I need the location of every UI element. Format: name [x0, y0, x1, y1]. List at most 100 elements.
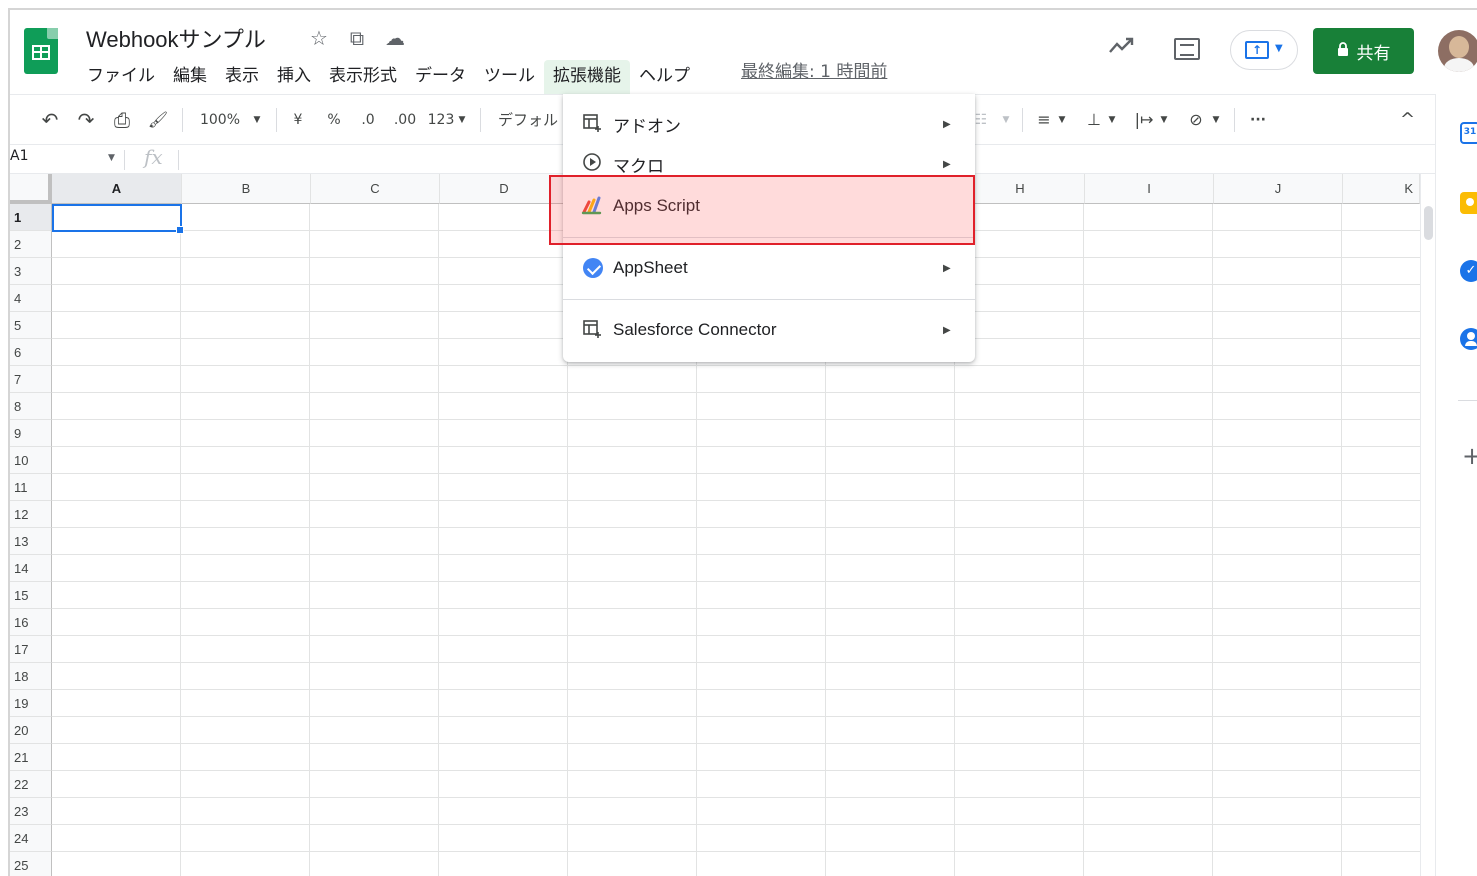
horizontal-align-icon[interactable]: ≡	[1034, 95, 1054, 145]
column-header[interactable]: B	[182, 174, 311, 204]
text-wrap-icon[interactable]: |↦	[1132, 95, 1156, 145]
column-header[interactable]: A	[52, 174, 182, 204]
print-icon[interactable]: ⎙	[110, 95, 134, 145]
row-header[interactable]: 5	[10, 312, 52, 339]
row-header[interactable]: 2	[10, 231, 52, 258]
user-avatar[interactable]	[1438, 30, 1477, 72]
row-header[interactable]: 20	[10, 717, 52, 744]
row-header[interactable]: 9	[10, 420, 52, 447]
row-header[interactable]: 4	[10, 285, 52, 312]
more-options-icon[interactable]: ···	[1246, 95, 1270, 145]
row-header[interactable]: 6	[10, 339, 52, 366]
percent-format-button[interactable]: %	[324, 95, 344, 145]
row-header[interactable]: 23	[10, 798, 52, 825]
valign-chevron-icon[interactable]: ▼	[1106, 95, 1118, 145]
decrease-decimal-button[interactable]: .0	[356, 95, 380, 145]
menu-tools[interactable]: ツール	[475, 60, 544, 94]
sheets-logo-icon[interactable]	[24, 28, 58, 74]
keep-icon[interactable]	[1460, 192, 1477, 214]
row-header[interactable]: 12	[10, 501, 52, 528]
row-header[interactable]: 24	[10, 825, 52, 852]
menu-item-salesforce-connector[interactable]: Salesforce Connector ▶	[563, 310, 975, 350]
document-title[interactable]: Webhookサンプル	[86, 22, 266, 54]
column-header[interactable]: I	[1085, 174, 1214, 204]
paint-format-icon[interactable]: 🖌	[146, 95, 170, 145]
appsheet-icon	[583, 258, 603, 278]
zoom-select[interactable]: 100%	[196, 95, 244, 145]
vertical-scrollbar[interactable]	[1420, 174, 1435, 876]
column-header[interactable]: C	[311, 174, 440, 204]
row-header[interactable]: 18	[10, 663, 52, 690]
select-all-corner[interactable]	[10, 174, 52, 204]
menu-extensions[interactable]: 拡張機能	[544, 60, 630, 94]
vertical-align-icon[interactable]: ⊥	[1084, 95, 1104, 145]
currency-format-button[interactable]: ¥	[288, 95, 308, 145]
menu-item-addons[interactable]: アドオン ▶	[563, 104, 975, 144]
text-rotation-icon[interactable]: ⊘	[1184, 95, 1208, 145]
row-header[interactable]: 11	[10, 474, 52, 501]
menu-data[interactable]: データ	[406, 60, 475, 94]
row-header[interactable]: 16	[10, 609, 52, 636]
name-box-chevron-icon[interactable]: ▼	[108, 153, 115, 163]
menu-help[interactable]: ヘルプ	[630, 60, 699, 94]
menu-item-appsheet[interactable]: AppSheet ▶	[563, 248, 975, 288]
row-header[interactable]: 10	[10, 447, 52, 474]
name-box[interactable]: A1	[10, 148, 28, 164]
row-header[interactable]: 3	[10, 258, 52, 285]
star-icon[interactable]: ☆	[308, 26, 330, 50]
toolbar-divider	[1022, 108, 1023, 132]
tasks-icon[interactable]: ✓	[1460, 260, 1477, 282]
formats-chevron-icon[interactable]: ▼	[456, 95, 468, 145]
add-addon-icon[interactable]: +	[1462, 442, 1477, 470]
row-header[interactable]: 14	[10, 555, 52, 582]
column-header[interactable]: H	[956, 174, 1085, 204]
present-button[interactable]: ↑ ▼	[1230, 30, 1298, 70]
row-header[interactable]: 25	[10, 852, 52, 876]
row-header[interactable]: 22	[10, 771, 52, 798]
column-header[interactable]: J	[1214, 174, 1343, 204]
menu-file[interactable]: ファイル	[78, 60, 164, 94]
scrollbar-thumb[interactable]	[1424, 206, 1433, 240]
row-header[interactable]: 1	[10, 204, 52, 231]
row-header[interactable]: 15	[10, 582, 52, 609]
menu-format[interactable]: 表示形式	[320, 60, 406, 94]
font-select[interactable]: デフォル	[498, 95, 564, 145]
submenu-arrow-icon: ▶	[943, 118, 951, 130]
comment-icon[interactable]	[1174, 38, 1200, 60]
row-header[interactable]: 21	[10, 744, 52, 771]
row-header[interactable]: 13	[10, 528, 52, 555]
collapse-menu-icon[interactable]: ^	[1400, 95, 1415, 145]
last-edit-link[interactable]: 最終編集: 1 時間前	[741, 60, 887, 84]
chevron-down-icon: ▼	[1275, 43, 1283, 54]
merge-chevron-icon[interactable]: ▼	[1000, 95, 1012, 145]
rotation-chevron-icon[interactable]: ▼	[1210, 95, 1222, 145]
contacts-icon[interactable]	[1460, 328, 1477, 350]
calendar-icon[interactable]: 31	[1460, 122, 1477, 144]
merge-cells-icon[interactable]: ☷	[974, 95, 988, 145]
undo-icon[interactable]: ↶	[38, 95, 62, 145]
move-to-folder-icon[interactable]: ⧉	[346, 26, 368, 50]
zoom-chevron-icon[interactable]: ▼	[250, 95, 264, 145]
row-header[interactable]: 17	[10, 636, 52, 663]
row-header[interactable]: 19	[10, 690, 52, 717]
increase-decimal-button[interactable]: .00	[390, 95, 420, 145]
connector-icon	[581, 318, 603, 343]
formula-divider	[124, 150, 125, 170]
cloud-status-icon[interactable]: ☁	[384, 26, 406, 50]
share-button[interactable]: 共有	[1313, 28, 1414, 74]
menu-insert[interactable]: 挿入	[268, 60, 320, 94]
row-header[interactable]: 8	[10, 393, 52, 420]
menu-view[interactable]: 表示	[216, 60, 268, 94]
activity-trend-icon[interactable]	[1108, 36, 1136, 62]
selected-cell-a1[interactable]	[52, 204, 184, 234]
menu-edit[interactable]: 編集	[164, 60, 216, 94]
wrap-chevron-icon[interactable]: ▼	[1158, 95, 1170, 145]
menu-item-label: AppSheet	[613, 258, 688, 277]
menu-item-label: Salesforce Connector	[613, 320, 777, 339]
row-header[interactable]: 7	[10, 366, 52, 393]
redo-icon[interactable]: ↷	[74, 95, 98, 145]
more-formats-button[interactable]: 123	[426, 95, 456, 145]
halign-chevron-icon[interactable]: ▼	[1056, 95, 1068, 145]
formula-divider	[178, 150, 179, 170]
column-header[interactable]: K	[1343, 174, 1420, 204]
